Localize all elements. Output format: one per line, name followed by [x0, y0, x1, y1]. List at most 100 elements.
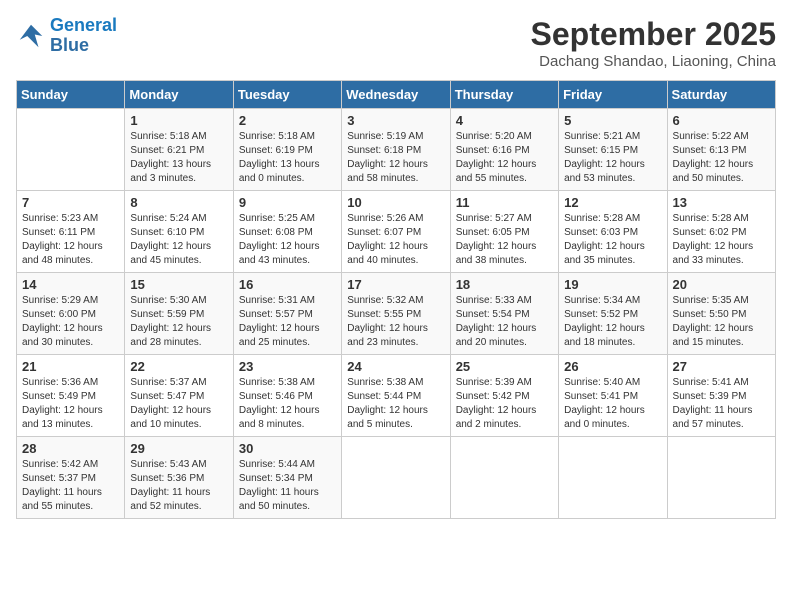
day-number: 16: [239, 277, 336, 292]
day-info: Sunrise: 5:22 AM Sunset: 6:13 PM Dayligh…: [673, 130, 770, 186]
day-info: Sunrise: 5:44 AM Sunset: 5:34 PM Dayligh…: [239, 458, 336, 514]
weekday-header-saturday: Saturday: [667, 81, 775, 109]
day-info: Sunrise: 5:18 AM Sunset: 6:21 PM Dayligh…: [130, 130, 227, 186]
day-number: 6: [673, 113, 770, 128]
day-number: 5: [564, 113, 661, 128]
day-number: 26: [564, 359, 661, 374]
day-info: Sunrise: 5:29 AM Sunset: 6:00 PM Dayligh…: [22, 294, 119, 350]
day-number: 24: [347, 359, 444, 374]
day-number: 13: [673, 195, 770, 210]
day-info: Sunrise: 5:33 AM Sunset: 5:54 PM Dayligh…: [456, 294, 553, 350]
day-number: 15: [130, 277, 227, 292]
day-info: Sunrise: 5:41 AM Sunset: 5:39 PM Dayligh…: [673, 376, 770, 432]
weekday-header-row: SundayMondayTuesdayWednesdayThursdayFrid…: [17, 81, 776, 109]
day-info: Sunrise: 5:43 AM Sunset: 5:36 PM Dayligh…: [130, 458, 227, 514]
day-info: Sunrise: 5:26 AM Sunset: 6:07 PM Dayligh…: [347, 212, 444, 268]
calendar-header: SundayMondayTuesdayWednesdayThursdayFrid…: [17, 81, 776, 109]
calendar-cell: 12 Sunrise: 5:28 AM Sunset: 6:03 PM Dayl…: [559, 191, 667, 273]
calendar-cell: 10 Sunrise: 5:26 AM Sunset: 6:07 PM Dayl…: [342, 191, 450, 273]
day-number: 8: [130, 195, 227, 210]
calendar-table: SundayMondayTuesdayWednesdayThursdayFrid…: [16, 80, 776, 519]
calendar-cell: 7 Sunrise: 5:23 AM Sunset: 6:11 PM Dayli…: [17, 191, 125, 273]
day-number: 23: [239, 359, 336, 374]
calendar-cell: [450, 437, 558, 519]
weekday-header-sunday: Sunday: [17, 81, 125, 109]
day-number: 14: [22, 277, 119, 292]
day-info: Sunrise: 5:36 AM Sunset: 5:49 PM Dayligh…: [22, 376, 119, 432]
day-number: 11: [456, 195, 553, 210]
day-info: Sunrise: 5:34 AM Sunset: 5:52 PM Dayligh…: [564, 294, 661, 350]
day-info: Sunrise: 5:25 AM Sunset: 6:08 PM Dayligh…: [239, 212, 336, 268]
day-number: 18: [456, 277, 553, 292]
calendar-week-3: 14 Sunrise: 5:29 AM Sunset: 6:00 PM Dayl…: [17, 273, 776, 355]
calendar-cell: 21 Sunrise: 5:36 AM Sunset: 5:49 PM Dayl…: [17, 355, 125, 437]
calendar-cell: 24 Sunrise: 5:38 AM Sunset: 5:44 PM Dayl…: [342, 355, 450, 437]
logo-blue: Blue: [50, 36, 117, 56]
calendar-cell: 20 Sunrise: 5:35 AM Sunset: 5:50 PM Dayl…: [667, 273, 775, 355]
calendar-cell: 26 Sunrise: 5:40 AM Sunset: 5:41 PM Dayl…: [559, 355, 667, 437]
calendar-cell: 13 Sunrise: 5:28 AM Sunset: 6:02 PM Dayl…: [667, 191, 775, 273]
calendar-week-2: 7 Sunrise: 5:23 AM Sunset: 6:11 PM Dayli…: [17, 191, 776, 273]
calendar-cell: [17, 109, 125, 191]
day-number: 19: [564, 277, 661, 292]
logo-text: General Blue: [50, 16, 117, 56]
day-info: Sunrise: 5:19 AM Sunset: 6:18 PM Dayligh…: [347, 130, 444, 186]
calendar-cell: 4 Sunrise: 5:20 AM Sunset: 6:16 PM Dayli…: [450, 109, 558, 191]
day-info: Sunrise: 5:35 AM Sunset: 5:50 PM Dayligh…: [673, 294, 770, 350]
calendar-cell: 11 Sunrise: 5:27 AM Sunset: 6:05 PM Dayl…: [450, 191, 558, 273]
day-info: Sunrise: 5:30 AM Sunset: 5:59 PM Dayligh…: [130, 294, 227, 350]
day-number: 7: [22, 195, 119, 210]
weekday-header-tuesday: Tuesday: [233, 81, 341, 109]
day-info: Sunrise: 5:40 AM Sunset: 5:41 PM Dayligh…: [564, 376, 661, 432]
day-number: 1: [130, 113, 227, 128]
location: Dachang Shandao, Liaoning, China: [531, 53, 776, 70]
calendar-cell: [342, 437, 450, 519]
day-number: 12: [564, 195, 661, 210]
calendar-cell: 19 Sunrise: 5:34 AM Sunset: 5:52 PM Dayl…: [559, 273, 667, 355]
day-number: 29: [130, 441, 227, 456]
calendar-cell: 27 Sunrise: 5:41 AM Sunset: 5:39 PM Dayl…: [667, 355, 775, 437]
day-info: Sunrise: 5:23 AM Sunset: 6:11 PM Dayligh…: [22, 212, 119, 268]
day-info: Sunrise: 5:38 AM Sunset: 5:46 PM Dayligh…: [239, 376, 336, 432]
calendar-cell: 6 Sunrise: 5:22 AM Sunset: 6:13 PM Dayli…: [667, 109, 775, 191]
day-info: Sunrise: 5:42 AM Sunset: 5:37 PM Dayligh…: [22, 458, 119, 514]
calendar-cell: [559, 437, 667, 519]
day-info: Sunrise: 5:28 AM Sunset: 6:02 PM Dayligh…: [673, 212, 770, 268]
day-info: Sunrise: 5:21 AM Sunset: 6:15 PM Dayligh…: [564, 130, 661, 186]
day-number: 17: [347, 277, 444, 292]
calendar-cell: 30 Sunrise: 5:44 AM Sunset: 5:34 PM Dayl…: [233, 437, 341, 519]
day-number: 27: [673, 359, 770, 374]
calendar-cell: 18 Sunrise: 5:33 AM Sunset: 5:54 PM Dayl…: [450, 273, 558, 355]
calendar-cell: 14 Sunrise: 5:29 AM Sunset: 6:00 PM Dayl…: [17, 273, 125, 355]
day-number: 20: [673, 277, 770, 292]
day-info: Sunrise: 5:27 AM Sunset: 6:05 PM Dayligh…: [456, 212, 553, 268]
day-number: 22: [130, 359, 227, 374]
logo-icon: [16, 21, 46, 51]
calendar-cell: 5 Sunrise: 5:21 AM Sunset: 6:15 PM Dayli…: [559, 109, 667, 191]
calendar-cell: 15 Sunrise: 5:30 AM Sunset: 5:59 PM Dayl…: [125, 273, 233, 355]
calendar-cell: 23 Sunrise: 5:38 AM Sunset: 5:46 PM Dayl…: [233, 355, 341, 437]
calendar-cell: 2 Sunrise: 5:18 AM Sunset: 6:19 PM Dayli…: [233, 109, 341, 191]
calendar-week-1: 1 Sunrise: 5:18 AM Sunset: 6:21 PM Dayli…: [17, 109, 776, 191]
day-number: 4: [456, 113, 553, 128]
calendar-body: 1 Sunrise: 5:18 AM Sunset: 6:21 PM Dayli…: [17, 109, 776, 519]
day-number: 30: [239, 441, 336, 456]
day-number: 9: [239, 195, 336, 210]
day-info: Sunrise: 5:24 AM Sunset: 6:10 PM Dayligh…: [130, 212, 227, 268]
calendar-cell: 22 Sunrise: 5:37 AM Sunset: 5:47 PM Dayl…: [125, 355, 233, 437]
day-info: Sunrise: 5:18 AM Sunset: 6:19 PM Dayligh…: [239, 130, 336, 186]
calendar-cell: 17 Sunrise: 5:32 AM Sunset: 5:55 PM Dayl…: [342, 273, 450, 355]
calendar-cell: [667, 437, 775, 519]
calendar-cell: 3 Sunrise: 5:19 AM Sunset: 6:18 PM Dayli…: [342, 109, 450, 191]
calendar-cell: 16 Sunrise: 5:31 AM Sunset: 5:57 PM Dayl…: [233, 273, 341, 355]
day-info: Sunrise: 5:31 AM Sunset: 5:57 PM Dayligh…: [239, 294, 336, 350]
calendar-cell: 9 Sunrise: 5:25 AM Sunset: 6:08 PM Dayli…: [233, 191, 341, 273]
weekday-header-monday: Monday: [125, 81, 233, 109]
title-block: September 2025 Dachang Shandao, Liaoning…: [531, 16, 776, 70]
day-info: Sunrise: 5:28 AM Sunset: 6:03 PM Dayligh…: [564, 212, 661, 268]
day-number: 10: [347, 195, 444, 210]
month-title: September 2025: [531, 16, 776, 53]
logo-general: General: [50, 15, 117, 35]
day-info: Sunrise: 5:37 AM Sunset: 5:47 PM Dayligh…: [130, 376, 227, 432]
day-info: Sunrise: 5:38 AM Sunset: 5:44 PM Dayligh…: [347, 376, 444, 432]
